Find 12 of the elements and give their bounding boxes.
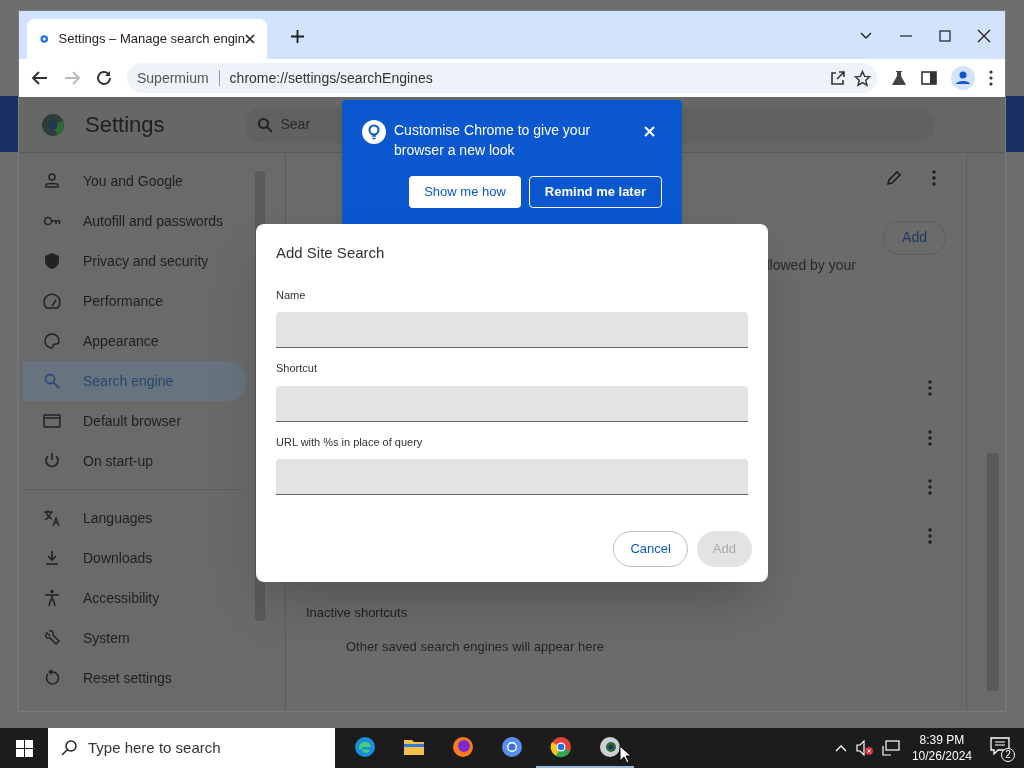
promo-text: Customise Chrome to give your browser a new look	[394, 121, 592, 160]
field-label: URL with %s in place of query	[276, 434, 424, 450]
notification-count: 2	[1001, 748, 1015, 762]
site-name: Supermium	[137, 68, 209, 88]
dialog-title: Add Site Search	[276, 243, 386, 263]
taskbar-search-placeholder: Type here to search	[88, 737, 221, 758]
page-title: Settings	[85, 111, 165, 139]
field-label: Name	[276, 287, 307, 303]
url-text: chrome://settings/searchEngines	[229, 68, 433, 88]
section-heading: Inactive shortcuts	[306, 604, 409, 622]
field-label: Shortcut	[276, 361, 318, 376]
empty-message: Other saved search engines will appear here	[346, 637, 605, 656]
